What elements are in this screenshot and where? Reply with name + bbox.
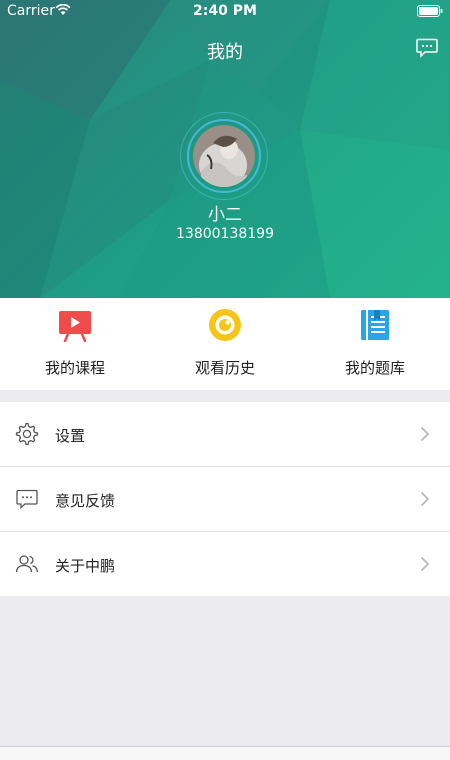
profile-header: Carrier 2:40 PM 我的 小二 13800138199 [0, 0, 450, 298]
quick-item-question-bank[interactable]: 我的题库 [300, 298, 450, 390]
chevron-right-icon [420, 556, 430, 572]
user-name: 小二 [208, 205, 242, 225]
feedback-icon [16, 489, 38, 509]
chevron-right-icon [420, 426, 430, 442]
user-phone: 13800138199 [176, 226, 274, 242]
menu-item-label: 设置 [55, 427, 86, 445]
battery-icon [417, 5, 443, 17]
quick-item-label: 我的课程 [44, 359, 105, 377]
menu-item-label: 意见反馈 [55, 492, 116, 510]
quick-item-label: 我的题库 [344, 359, 405, 377]
profile-screen: Carrier 2:40 PM 我的 小二 13800138199 我的课程 观… [0, 0, 450, 760]
menu-item-feedback[interactable]: 意见反馈 [0, 467, 450, 531]
settings-menu: 设置 意见反馈 关于中鹏 [0, 402, 450, 596]
question-bank-icon [361, 310, 389, 340]
tab-bar [0, 746, 450, 760]
quick-item-watch-history[interactable]: 观看历史 [150, 298, 300, 390]
status-time: 2:40 PM [193, 3, 257, 19]
avatar[interactable] [193, 125, 255, 187]
quick-actions: 我的课程 观看历史 我的题库 [0, 298, 450, 390]
menu-item-about[interactable]: 关于中鹏 [0, 532, 450, 596]
gear-icon [15, 422, 39, 446]
video-course-icon [59, 311, 91, 342]
page-title: 我的 [207, 42, 243, 63]
message-icon[interactable] [416, 38, 438, 58]
status-bar: Carrier 2:40 PM [0, 0, 450, 24]
quick-item-label: 观看历史 [194, 359, 255, 377]
quick-item-my-courses[interactable]: 我的课程 [0, 298, 150, 390]
menu-item-settings[interactable]: 设置 [0, 402, 450, 466]
menu-item-label: 关于中鹏 [55, 557, 116, 575]
eye-history-icon [209, 309, 241, 341]
chevron-right-icon [420, 491, 430, 507]
users-icon [15, 555, 39, 573]
